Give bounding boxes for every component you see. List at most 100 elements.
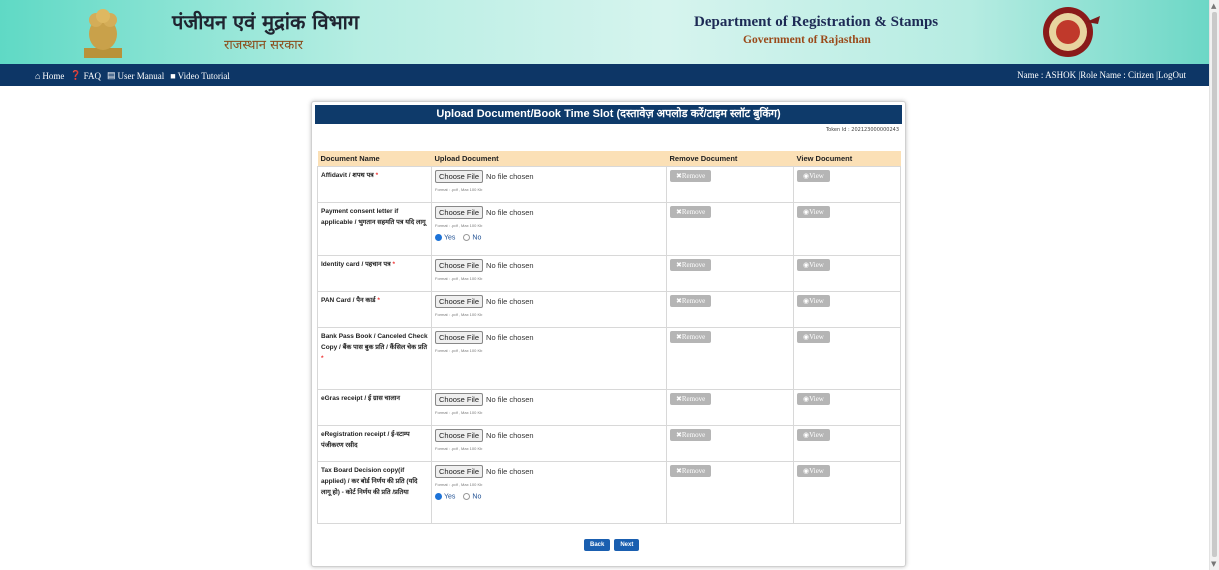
format-note: Format : .pdf , Max 100 Kb	[435, 348, 483, 353]
upload-cell: Choose File No file chosen Format : .pdf …	[431, 291, 667, 328]
next-button[interactable]: Next	[614, 539, 640, 551]
table-header-row: Document Name Upload Document Remove Doc…	[317, 151, 901, 167]
view-button[interactable]: ◉View	[797, 259, 830, 271]
view-button[interactable]: ◉View	[797, 170, 830, 182]
view-button[interactable]: ◉View	[797, 206, 830, 218]
home-icon: ⌂	[35, 70, 41, 81]
upload-cell: Choose File No file chosen Format : .pdf …	[431, 255, 667, 292]
nav-manual-link[interactable]: ▤ User Manual	[107, 70, 164, 81]
nav-faq-link[interactable]: ❓ FAQ	[70, 70, 101, 81]
remove-button[interactable]: ✖Remove	[670, 295, 712, 307]
choose-file-button[interactable]: Choose File	[435, 393, 484, 406]
choose-file-button[interactable]: Choose File	[435, 331, 484, 344]
col-document-name: Document Name	[317, 151, 432, 167]
scroll-down-icon[interactable]: ▼	[1211, 560, 1216, 568]
top-navbar: ⌂ Home ❓ FAQ ▤ User Manual ■ Video Tutorial …	[0, 64, 1210, 86]
remove-cell: ✖Remove	[666, 425, 794, 462]
radio-unchecked-icon	[463, 493, 471, 500]
form-actions: Back Next	[584, 539, 640, 551]
yes-radio[interactable]: Yes	[435, 234, 455, 241]
view-button[interactable]: ◉View	[797, 331, 830, 343]
question-icon: ❓	[70, 70, 82, 80]
remove-button[interactable]: ✖Remove	[670, 259, 712, 271]
nav-video-link[interactable]: ■ Video Tutorial	[170, 70, 230, 81]
document-name: Tax Board Decision copy(if applied) / कर…	[317, 461, 432, 524]
radio-unchecked-icon	[463, 234, 471, 241]
upload-cell: Choose File No file chosen Format : .pdf …	[431, 425, 667, 462]
col-view-document: View Document	[793, 151, 901, 167]
remove-button[interactable]: ✖Remove	[670, 465, 712, 477]
scrollbar-thumb[interactable]	[1212, 12, 1217, 557]
table-row: eGras receipt / ई ग्रास चालान Choose Fil…	[317, 389, 901, 426]
choose-file-button[interactable]: Choose File	[435, 206, 484, 219]
remove-cell: ✖Remove	[666, 389, 794, 426]
yes-radio[interactable]: Yes	[435, 493, 455, 500]
panel-title: Upload Document/Book Time Slot (दस्तावेज…	[315, 105, 902, 124]
document-name: eRegistration receipt / ई-स्टाम्प पंजीकर…	[317, 425, 432, 462]
table-row: PAN Card / पैन कार्ड * Choose File No fil…	[317, 291, 901, 328]
department-seal-icon	[1043, 7, 1100, 57]
document-name: Affidavit / शपथ पत्र *	[317, 166, 432, 203]
table-row: Payment consent letter if applicable / भ…	[317, 202, 901, 256]
document-name: eGras receipt / ई ग्रास चालान	[317, 389, 432, 426]
view-cell: ◉View	[793, 202, 901, 256]
nav-home-link[interactable]: ⌂ Home	[35, 70, 64, 81]
upload-panel: Upload Document/Book Time Slot (दस्तावेज…	[311, 101, 906, 567]
format-note: Format : .pdf , Max 100 Kb	[435, 312, 483, 317]
hindi-subtitle: राजस्थान सरकार	[224, 38, 303, 53]
remove-button[interactable]: ✖Remove	[670, 331, 712, 343]
scroll-up-icon[interactable]: ▲	[1211, 2, 1216, 10]
remove-cell: ✖Remove	[666, 166, 794, 203]
no-radio[interactable]: No	[463, 234, 481, 241]
token-id: Token Id : 202123000000243	[825, 127, 899, 133]
page-scrollbar[interactable]: ▲ ▼	[1209, 0, 1219, 570]
view-button[interactable]: ◉View	[797, 393, 830, 405]
upload-cell: Choose File No file chosen Format : .pdf …	[431, 202, 667, 256]
view-cell: ◉View	[793, 425, 901, 462]
format-note: Format : .pdf , Max 100 Kb	[435, 482, 483, 487]
hindi-title: पंजीयन एवं मुद्रांक विभाग	[172, 10, 360, 34]
view-button[interactable]: ◉View	[797, 429, 830, 441]
format-note: Format : .pdf , Max 100 Kb	[435, 223, 483, 228]
remove-button[interactable]: ✖Remove	[670, 206, 712, 218]
no-radio[interactable]: No	[463, 493, 481, 500]
choose-file-button[interactable]: Choose File	[435, 170, 484, 183]
view-button[interactable]: ◉View	[797, 465, 830, 477]
remove-button[interactable]: ✖Remove	[670, 393, 712, 405]
file-status: No file chosen	[486, 333, 534, 342]
view-cell: ◉View	[793, 255, 901, 292]
upload-cell: Choose File No file chosen Format : .pdf …	[431, 461, 667, 524]
format-note: Format : .pdf , Max 100 Kb	[435, 410, 483, 415]
choose-file-button[interactable]: Choose File	[435, 259, 484, 272]
col-remove-document: Remove Document	[666, 151, 794, 167]
choose-file-button[interactable]: Choose File	[435, 465, 484, 478]
remove-button[interactable]: ✖Remove	[670, 429, 712, 441]
view-button[interactable]: ◉View	[797, 295, 830, 307]
file-status: No file chosen	[486, 297, 534, 306]
video-icon: ■	[170, 70, 176, 81]
english-title: Department of Registration & Stamps	[694, 14, 939, 30]
file-status: No file chosen	[486, 208, 534, 217]
radio-checked-icon	[435, 493, 442, 500]
document-name: Bank Pass Book / Canceled Check Copy / ब…	[317, 327, 432, 390]
remove-cell: ✖Remove	[666, 327, 794, 390]
remove-cell: ✖Remove	[666, 461, 794, 524]
upload-cell: Choose File No file chosen Format : .pdf …	[431, 327, 667, 390]
document-name: PAN Card / पैन कार्ड *	[317, 291, 432, 328]
file-status: No file chosen	[486, 172, 534, 181]
remove-cell: ✖Remove	[666, 255, 794, 292]
choose-file-button[interactable]: Choose File	[435, 429, 484, 442]
file-icon: ▤	[106, 70, 116, 80]
file-status: No file chosen	[486, 467, 534, 476]
choose-file-button[interactable]: Choose File	[435, 295, 484, 308]
format-note: Format : .pdf , Max 100 Kb	[435, 446, 483, 451]
file-status: No file chosen	[486, 431, 534, 440]
table-row: eRegistration receipt / ई-स्टाम्प पंजीकर…	[317, 425, 901, 462]
upload-cell: Choose File No file chosen Format : .pdf …	[431, 166, 667, 203]
remove-button[interactable]: ✖Remove	[670, 170, 712, 182]
back-button[interactable]: Back	[584, 539, 611, 551]
table-row: Identity card / पहचान पत्र * Choose File…	[317, 255, 901, 292]
user-info[interactable]: Name : ASHOK |Role Name : Citizen |LogOu…	[1017, 70, 1186, 80]
table-row: Affidavit / शपथ पत्र * Choose File No fil…	[317, 166, 901, 203]
view-cell: ◉View	[793, 389, 901, 426]
